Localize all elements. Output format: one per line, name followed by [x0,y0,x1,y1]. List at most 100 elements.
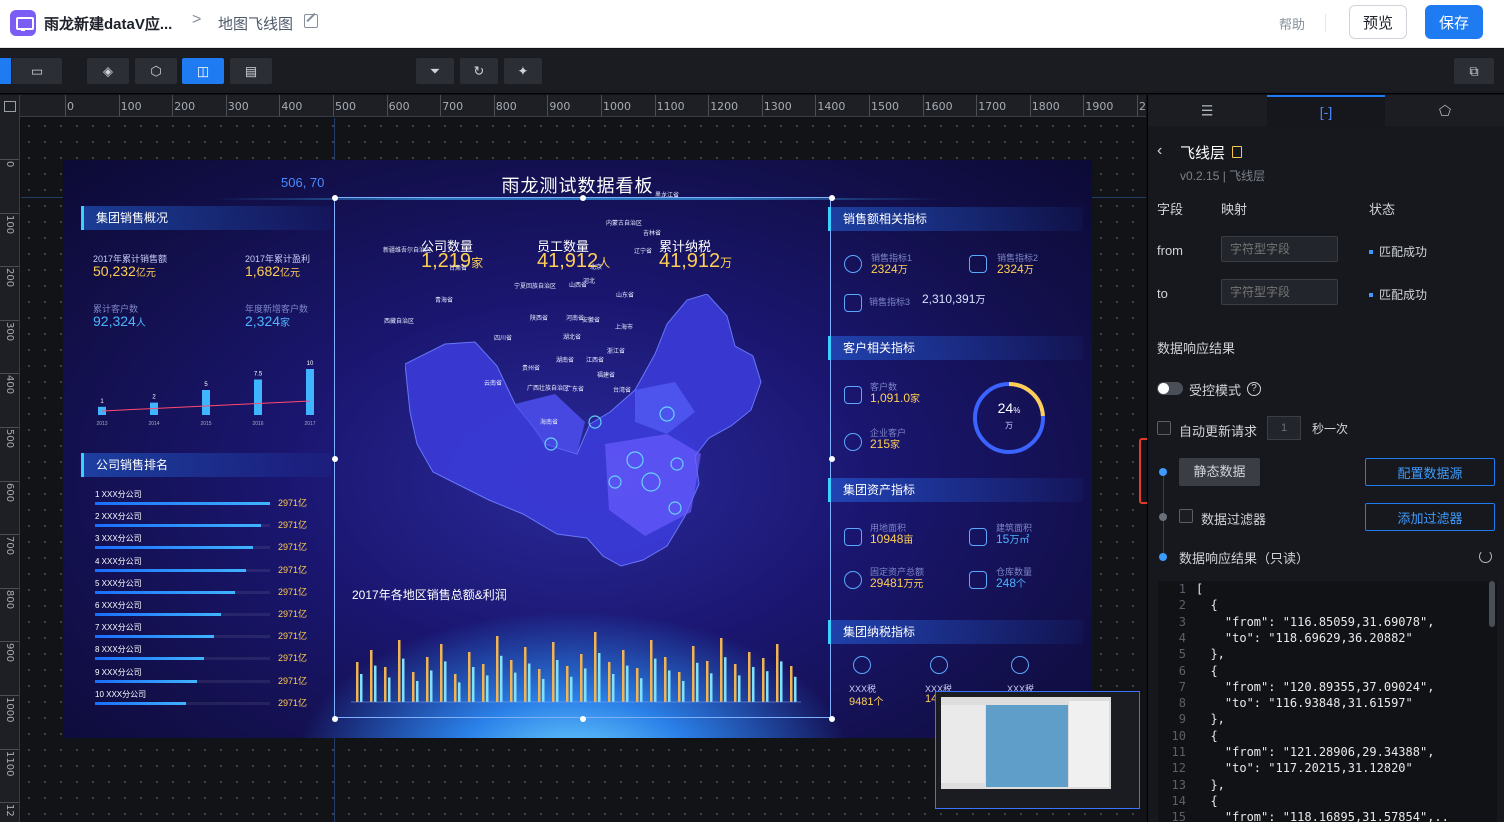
add-filter-button[interactable]: 添加过滤器 [1365,503,1495,531]
toolbar-component-button[interactable]: ⬡ [135,58,177,84]
toolbar-filter-button[interactable]: ⏷ [416,58,454,84]
mapping-input-to[interactable] [1221,279,1338,305]
tab-interaction[interactable]: ⬠ [1386,95,1504,126]
back-chevron-icon[interactable]: ‹ [1157,142,1162,160]
kpi-value: 2,324家 [245,313,291,329]
ranking-row: 2 XXX分公司 2971亿 [95,511,335,533]
ruler-label: 1000 [4,697,15,723]
toolbar-panel-button[interactable]: ▤ [230,58,272,84]
tab-data[interactable]: [-] [1267,95,1385,126]
kpi-value: 10948亩 [870,532,914,546]
ruler-tick [869,95,870,116]
warehouse-icon [969,571,987,589]
preview-button[interactable]: 预览 [1349,5,1407,39]
donut-sub: 万 [1005,421,1013,430]
ranking-name: 1 XXX分公司 [95,490,142,499]
layers-icon: ◈ [103,63,113,79]
kpi-value: 1,091.0家 [870,391,921,405]
step-dot-active [1159,553,1167,561]
horizontal-ruler[interactable]: 0 100 200 300 400 500 600 700 800 900 1000 1100 1200… [20,95,1146,117]
ruler-tick [386,95,388,116]
ruler-tick [976,95,978,116]
interval-input[interactable]: 1 [1267,416,1301,440]
line-number: 1 [1178,582,1186,596]
app-logo-icon[interactable] [10,10,36,36]
ruler-tick [654,95,656,116]
status-to: 匹配成功 [1369,286,1427,303]
trend-value-label: 10 [307,361,314,367]
config-panel: ☰ [-] ⬠ ‹ 飞线层 v0.2.15 | 飞线层 字段 映射 状态 fro… [1147,95,1504,822]
doc-icon[interactable] [1232,146,1242,158]
data-filter-checkbox[interactable] [1179,509,1193,523]
line-number: 8 [1178,696,1186,711]
resize-handle[interactable] [332,195,338,201]
edit-name-icon[interactable] [304,14,318,28]
toolbar-clipboard-button[interactable]: ⧉ [1454,58,1494,84]
toolbar-stack-button[interactable]: ▭ [12,58,62,84]
toolbar-pin-button[interactable]: ✦ [504,58,542,84]
resize-handle[interactable] [332,716,338,722]
help-link[interactable]: 帮助 [1279,14,1305,33]
trend-year-label: 2015 [200,421,211,427]
vertical-ruler[interactable]: 0 100 200 300 400 500 600 700 800 900 1000 1100 12 [0,117,20,822]
selection-box[interactable] [332,195,835,722]
cube-icon: ⬡ [150,63,162,79]
code-line: 9 }, [1158,711,1497,727]
toolbar-layers-button[interactable]: ◈ [87,58,129,84]
land-area-icon [844,528,862,546]
ranking-bar [95,613,221,616]
app-name[interactable]: 雨龙新建dataV应... [44,13,172,34]
code-text: "to": "116.93848,31.61597" [1196,696,1413,711]
ranking-bar [95,657,204,661]
toolbar-split-button[interactable]: ◫ [182,58,224,84]
ranking-bar [95,546,253,550]
tax-icon [930,656,948,674]
ranking-row: 1 XXX分公司 2971亿 [95,489,335,511]
ruler-label: 1500 [871,100,899,113]
line-number: 7 [1178,679,1186,694]
resize-handle[interactable] [829,195,835,201]
trend-year-label: 2014 [148,421,159,427]
response-json-viewer[interactable]: 1[2 {3 "from": "116.85059,31.69078", 4 "t… [1158,581,1497,822]
yearly-trend-chart: 1 2013 2 2014 5 2015 7.5 2016 10 2017 [96,361,315,427]
dashboard-screen[interactable]: 雨龙测试数据看板 506, 70 集团销售概况 2017年累计销售额 50,23… [63,160,1092,738]
ruler-corner[interactable] [0,95,20,117]
ranking-bar [95,524,262,528]
mapping-input-from[interactable] [1221,236,1338,262]
trend-bar [202,390,210,415]
trend-value-label: 5 [204,382,208,388]
code-line: 14 { [1158,793,1497,809]
tab-style[interactable]: ☰ [1148,95,1266,126]
section-title-company-ranking: 公司销售排名 [81,453,331,477]
ruler-tick [440,95,442,116]
ruler-tick [225,95,227,116]
help-question-icon[interactable]: ? [1247,382,1261,396]
ruler-label: 400 [281,100,303,113]
resize-handle[interactable] [829,456,835,462]
resize-handle[interactable] [580,195,586,201]
canvas-minimap[interactable] [935,691,1140,809]
code-text: }, [1196,647,1225,662]
ranking-value: 2971亿 [278,542,308,553]
ruler-label: 1100 [4,750,15,777]
save-button[interactable]: 保存 [1425,5,1483,39]
controlled-mode-toggle[interactable] [1157,382,1183,395]
kpi-value: 2,310,391万 [922,292,986,306]
refresh-icon[interactable] [1479,550,1492,563]
auto-update-checkbox[interactable] [1157,421,1171,435]
resize-handle[interactable] [580,716,586,722]
ruler-label: 100 [120,100,142,113]
resize-handle[interactable] [829,716,835,722]
section-title-tax-metrics: 集团纳税指标 [828,620,1083,644]
resize-handle[interactable] [332,456,338,462]
ruler-label: 1000 [603,100,631,113]
truck-icon [969,255,987,273]
code-text: "from": "116.85059,31.69078", [1196,614,1435,629]
line-number: 11 [1171,745,1186,759]
refresh-icon: ↻ [473,63,485,79]
toolbar-refresh-button[interactable]: ↻ [460,58,498,84]
enterprise-icon [844,433,862,451]
static-data-tag[interactable]: 静态数据 [1179,458,1260,486]
kpi-value: 2324万 [871,262,908,276]
config-datasource-button[interactable]: 配置数据源 [1365,458,1495,486]
